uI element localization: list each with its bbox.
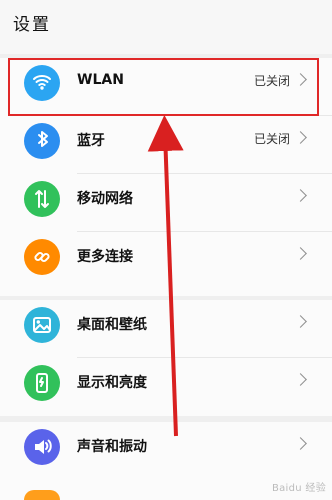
- watermark: Baidu 经验: [271, 483, 326, 494]
- settings-row-label: 蓝牙: [77, 133, 105, 149]
- settings-row-mobile-network[interactable]: 移动网络: [0, 174, 332, 232]
- settings-row-wallpaper[interactable]: 桌面和壁纸: [0, 300, 332, 358]
- chevron-right-icon: [294, 189, 307, 202]
- brightness-icon: [24, 365, 60, 401]
- settings-row-sound-vibration[interactable]: 声音和振动: [0, 422, 332, 480]
- settings-row-label: 移动网络: [77, 191, 133, 207]
- header: 设置: [0, 0, 332, 54]
- settings-row-status: 已关闭: [253, 132, 290, 146]
- chevron-right-icon: [294, 131, 307, 144]
- settings-group-display: 桌面和壁纸 显示和亮度: [0, 300, 332, 416]
- bluetooth-icon: [24, 123, 60, 159]
- settings-row-label: 显示和亮度: [77, 375, 147, 391]
- settings-row-more-connections[interactable]: 更多连接: [0, 232, 332, 290]
- mobile-data-icon: [24, 181, 60, 217]
- page-title: 设置: [13, 15, 51, 35]
- chevron-right-icon: [294, 315, 307, 328]
- sound-icon: [24, 429, 60, 465]
- chevron-right-icon: [294, 437, 307, 450]
- settings-row-display-brightness[interactable]: 显示和亮度: [0, 358, 332, 416]
- settings-row-bluetooth[interactable]: 蓝牙 已关闭: [0, 116, 332, 174]
- chevron-right-icon: [294, 373, 307, 386]
- settings-row-label: 桌面和壁纸: [77, 317, 147, 333]
- next-row-icon-partial: [24, 490, 60, 500]
- chevron-right-icon: [294, 247, 307, 260]
- highlight-box: [8, 58, 319, 116]
- link-icon: [24, 239, 60, 275]
- settings-row-label: 声音和振动: [77, 439, 147, 455]
- settings-row-label: 更多连接: [77, 249, 133, 265]
- wallpaper-icon: [24, 307, 60, 343]
